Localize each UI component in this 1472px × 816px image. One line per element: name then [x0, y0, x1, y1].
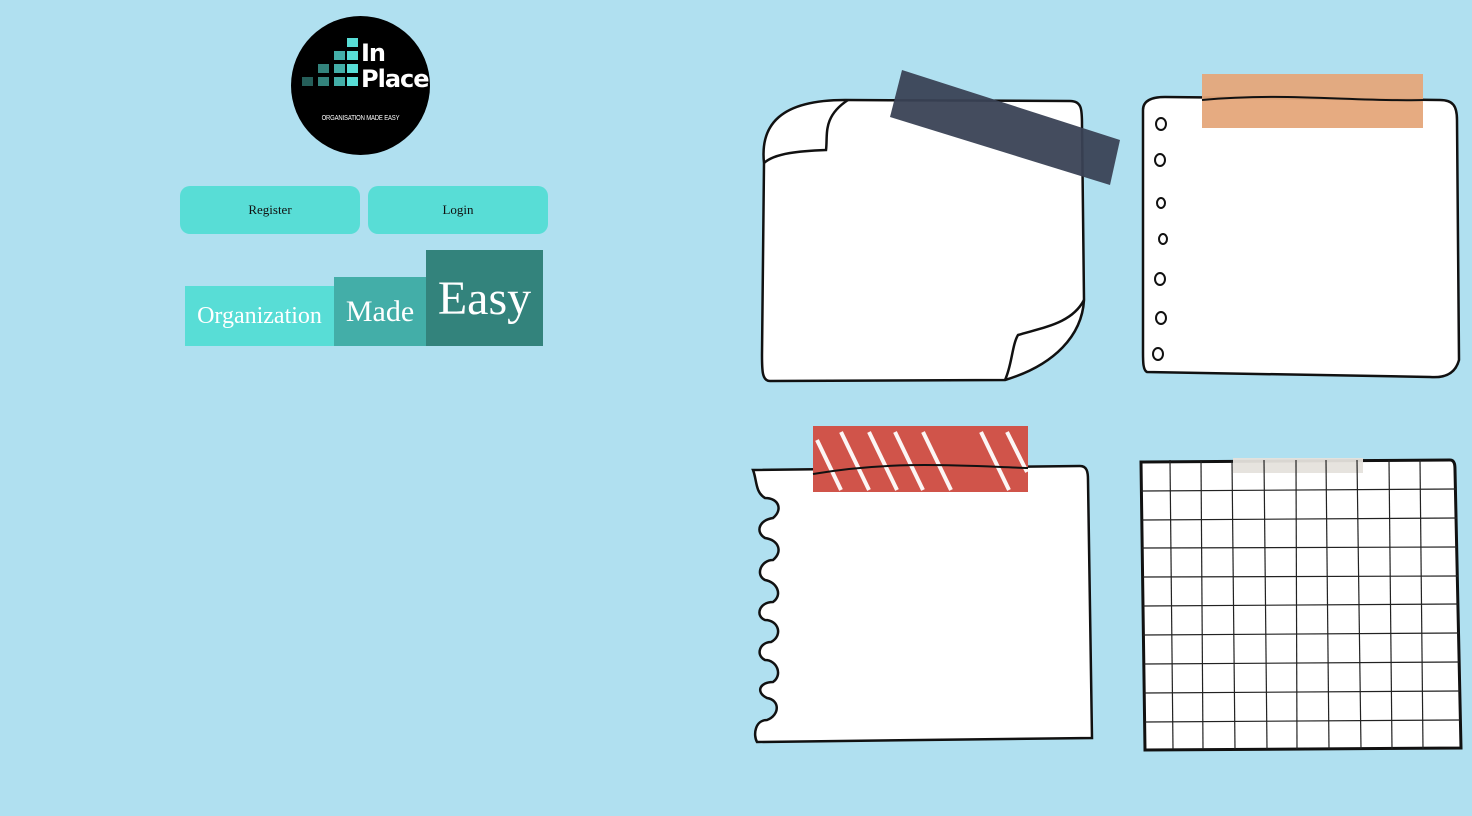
- slogan-made: Made: [334, 277, 426, 346]
- grid-paper-note-icon: [1139, 458, 1463, 752]
- slogan-easy: Easy: [426, 250, 543, 346]
- slogan-organization: Organization: [185, 286, 334, 346]
- torn-edge-note-icon: [751, 426, 1094, 744]
- page: In Place ORGANISATION MADE EASY Register…: [0, 0, 1472, 816]
- slogan-word-organization: Organization: [197, 302, 322, 329]
- register-button[interactable]: Register: [180, 186, 360, 234]
- login-button[interactable]: Login: [368, 186, 548, 234]
- logo-tagline: ORGANISATION MADE EASY: [321, 115, 400, 122]
- slogan-word-made: Made: [345, 294, 415, 328]
- slogan-word-easy: Easy: [437, 271, 532, 325]
- logo-name-line1: In: [361, 39, 386, 67]
- ring-bound-note-icon: [1141, 74, 1461, 379]
- folded-corner-note-icon: [760, 70, 1120, 383]
- logo-name: In Place: [361, 39, 430, 93]
- inplace-logo: In Place ORGANISATION MADE EASY: [291, 16, 430, 155]
- logo-name-line2: Place: [361, 65, 430, 93]
